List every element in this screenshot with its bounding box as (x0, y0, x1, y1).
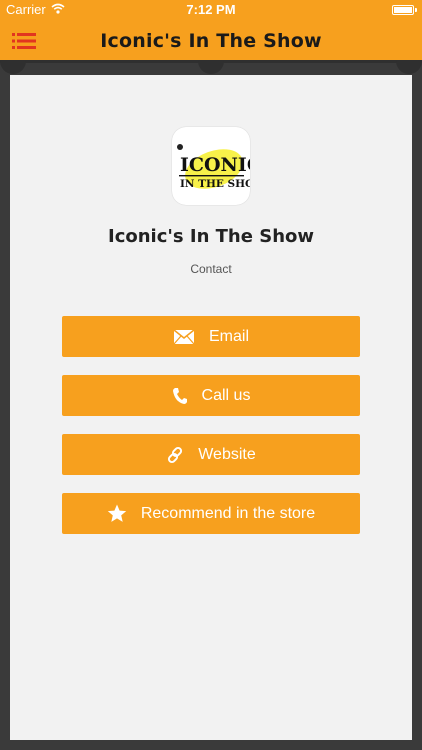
contact-subtitle: Contact (190, 262, 232, 276)
page-title: Iconic's In The Show (100, 30, 322, 52)
status-bar: Carrier 7:12 PM (0, 0, 422, 20)
svg-text:ICONIC: ICONIC (180, 154, 250, 176)
app-logo: ICONIC IN THE SHOW (172, 127, 250, 205)
website-button[interactable]: Website (62, 434, 360, 475)
call-us-button[interactable]: Call us (62, 375, 360, 416)
call-us-button-label: Call us (201, 386, 251, 404)
envelope-icon (173, 328, 195, 345)
link-icon (166, 446, 184, 464)
status-time: 7:12 PM (186, 2, 236, 17)
email-button-label: Email (208, 327, 249, 345)
battery-icon (392, 5, 417, 15)
frame-notch-right (396, 60, 422, 74)
recommend-button[interactable]: Recommend in the store (62, 493, 360, 534)
star-icon (107, 504, 127, 523)
svg-text:IN THE SHOW: IN THE SHOW (180, 178, 250, 190)
contact-card: ICONIC IN THE SHOW Iconic's In The Show … (10, 75, 412, 740)
frame-notch-left (0, 60, 26, 74)
frame-notch-center (198, 60, 224, 74)
app-name: Iconic's In The Show (108, 226, 314, 247)
recommend-button-label: Recommend in the store (140, 504, 316, 522)
website-button-label: Website (198, 445, 256, 463)
email-button[interactable]: Email (62, 316, 360, 357)
phone-icon (172, 387, 188, 405)
nav-bar: Iconic's In The Show (0, 20, 422, 63)
